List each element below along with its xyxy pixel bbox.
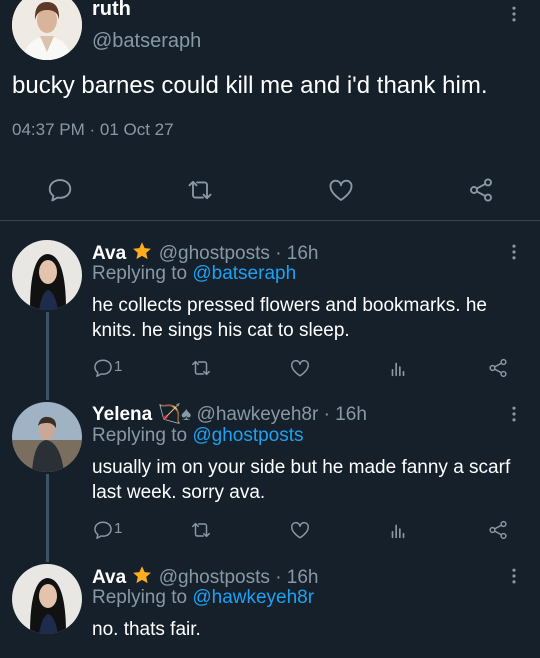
replying-to-link[interactable]: @batseraph (192, 263, 296, 284)
share-icon[interactable] (467, 176, 495, 204)
reply-icon[interactable] (92, 519, 114, 541)
replying-to-link[interactable]: @ghostposts (192, 425, 303, 446)
replying-to: Replying to @batseraph (92, 263, 296, 285)
retweet-icon[interactable] (190, 519, 212, 541)
author-handle[interactable]: @batseraph (92, 30, 201, 53)
more-icon[interactable] (504, 566, 524, 586)
like-icon[interactable] (289, 357, 311, 379)
like-icon[interactable] (327, 176, 355, 204)
replying-to: Replying to @ghostposts (92, 425, 304, 447)
reply-count: 1 (114, 520, 123, 537)
retweet-icon[interactable] (186, 176, 214, 204)
avatar[interactable] (12, 564, 82, 634)
like-icon[interactable] (289, 519, 311, 541)
replying-to: Replying to @hawkeyeh8r (92, 587, 314, 609)
author-name[interactable]: ruth (92, 0, 131, 21)
author-handle[interactable]: @ghostposts (159, 243, 270, 264)
author-handle[interactable]: @hawkeyeh8r (197, 404, 319, 425)
avatar[interactable] (12, 240, 82, 310)
analytics-icon[interactable] (387, 519, 409, 541)
share-icon[interactable] (487, 357, 509, 379)
author-name[interactable]: Ava (92, 567, 126, 588)
thread-line (46, 312, 49, 400)
avatar[interactable] (12, 0, 82, 60)
reply-age: · 16h (275, 243, 319, 264)
reply-button[interactable]: 1 (92, 519, 122, 541)
replying-prefix: Replying to (92, 425, 188, 446)
reply-icon[interactable] (46, 176, 74, 204)
avatar[interactable] (12, 402, 82, 472)
reply-count: 1 (114, 358, 123, 375)
author-name[interactable]: Yelena (92, 404, 152, 425)
reply-age: · 16h (323, 404, 367, 425)
replying-prefix: Replying to (92, 587, 188, 608)
emoji-badge: 🏹♠ (157, 404, 192, 425)
reply-text: usually im on your side but he made fann… (92, 457, 511, 503)
star-icon (131, 240, 153, 262)
author-name[interactable]: Ava (92, 243, 126, 264)
reply-header: Yelena 🏹♠ @hawkeyeh8r · 16h (92, 402, 367, 426)
more-icon[interactable] (504, 4, 524, 24)
tweet-timestamp[interactable]: 04:37 PM · 01 Oct 27 (12, 120, 174, 140)
replying-to-link[interactable]: @hawkeyeh8r (192, 587, 314, 608)
tweet-text: bucky barnes could kill me and i'd thank… (12, 72, 488, 99)
star-icon (131, 564, 153, 586)
reply-icon[interactable] (92, 357, 114, 379)
reply-text: he collects pressed flowers and bookmark… (92, 295, 487, 341)
more-icon[interactable] (504, 242, 524, 262)
more-icon[interactable] (504, 404, 524, 424)
reply-header: Ava @ghostposts · 16h (92, 240, 319, 265)
reply-header: Ava @ghostposts · 16h (92, 564, 319, 589)
reply-text: no. thats fair. (92, 619, 201, 640)
thread-line (46, 474, 49, 562)
author-handle[interactable]: @ghostposts (159, 567, 270, 588)
analytics-icon[interactable] (387, 357, 409, 379)
replying-prefix: Replying to (92, 263, 188, 284)
retweet-icon[interactable] (190, 357, 212, 379)
reply-button[interactable]: 1 (92, 357, 122, 379)
share-icon[interactable] (487, 519, 509, 541)
reply-age: · 16h (275, 567, 319, 588)
main-tweet: ruth @batseraph bucky barnes could kill … (0, 0, 540, 221)
